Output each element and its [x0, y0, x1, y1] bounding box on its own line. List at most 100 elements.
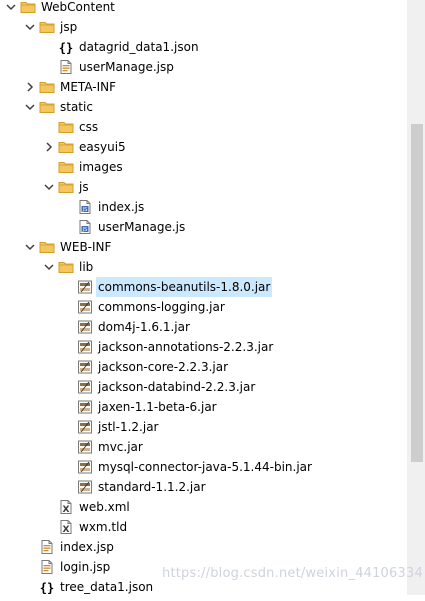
- json-file-icon: {}: [39, 579, 55, 595]
- svg-text:{}: {}: [59, 41, 73, 55]
- tree-item[interactable]: X web.xml: [0, 497, 400, 517]
- chevron-down-icon[interactable]: [4, 0, 18, 17]
- chevron-down-icon[interactable]: [42, 257, 56, 277]
- folder-icon: [58, 139, 74, 155]
- jar-file-icon: [77, 459, 93, 475]
- tree-item[interactable]: index.jsp: [0, 537, 400, 557]
- tree-item[interactable]: css: [0, 117, 400, 137]
- tree-item[interactable]: X wxm.tld: [0, 517, 400, 537]
- tree-item[interactable]: JS index.js: [0, 197, 400, 217]
- tree-item[interactable]: META-INF: [0, 77, 400, 97]
- svg-text:{}: {}: [40, 581, 54, 595]
- folder-icon: [58, 159, 74, 175]
- tree-item-label: jackson-databind-2.2.3.jar: [98, 380, 256, 394]
- tree-item-label: WEB-INF: [60, 240, 112, 254]
- jar-file-icon: [77, 279, 93, 295]
- tree-item[interactable]: jackson-databind-2.2.3.jar: [0, 377, 400, 397]
- folder-icon: [39, 99, 55, 115]
- jar-file-icon: [77, 339, 93, 355]
- tree-item[interactable]: {} datagrid_data1.json: [0, 37, 400, 57]
- tree-item-label: dom4j-1.6.1.jar: [98, 320, 190, 334]
- tree-item[interactable]: js: [0, 177, 400, 197]
- tree-item-label: wxm.tld: [79, 520, 128, 534]
- tree-item-label: web.xml: [79, 500, 130, 514]
- tree-item-label: jstl-1.2.jar: [98, 420, 159, 434]
- tree-item[interactable]: jackson-core-2.2.3.jar: [0, 357, 400, 377]
- chevron-down-icon[interactable]: [23, 17, 37, 37]
- tree-item-label: standard-1.1.2.jar: [98, 480, 206, 494]
- tree-item-label: lib: [79, 260, 94, 274]
- tree-item[interactable]: lib: [0, 257, 400, 277]
- tree-item-label: images: [79, 160, 123, 174]
- folder-icon: [39, 19, 55, 35]
- chevron-down-icon[interactable]: [42, 177, 56, 197]
- tree-item[interactable]: jstl-1.2.jar: [0, 417, 400, 437]
- tree-item-label: css: [79, 120, 99, 134]
- jar-file-icon: [77, 299, 93, 315]
- tree-item[interactable]: easyui5: [0, 137, 400, 157]
- vertical-scrollbar[interactable]: [407, 0, 425, 595]
- tree-item[interactable]: userManage.jsp: [0, 57, 400, 77]
- watermark-text: https://blog.csdn.net/weixin_44106334: [162, 566, 423, 581]
- jsp-file-icon: [39, 539, 55, 555]
- tree-item-label: WebContent: [41, 0, 115, 14]
- folder-icon: [58, 179, 74, 195]
- chevron-down-icon[interactable]: [23, 97, 37, 117]
- project-explorer-tree: WebContent jsp {} datagrid_data1.json us…: [0, 0, 400, 597]
- tree-item-label: datagrid_data1.json: [79, 40, 199, 54]
- tree-item-label: mvc.jar: [98, 440, 143, 454]
- tree-item-label: index.js: [98, 200, 145, 214]
- folder-icon: [58, 259, 74, 275]
- folder-icon: [58, 119, 74, 135]
- tree-item[interactable]: mvc.jar: [0, 437, 400, 457]
- jar-file-icon: [77, 319, 93, 335]
- tree-item[interactable]: JS userManage.js: [0, 217, 400, 237]
- tree-item-label: commons-logging.jar: [98, 300, 225, 314]
- tree-item[interactable]: commons-beanutils-1.8.0.jar: [0, 277, 400, 297]
- tree-item-label: commons-beanutils-1.8.0.jar: [96, 277, 273, 297]
- tree-item[interactable]: images: [0, 157, 400, 177]
- tree-item[interactable]: WebContent: [0, 0, 400, 17]
- jsp-file-icon: [39, 559, 55, 575]
- tree-item[interactable]: jsp: [0, 17, 400, 37]
- tree-item-label: jackson-core-2.2.3.jar: [98, 360, 229, 374]
- tree-item[interactable]: commons-logging.jar: [0, 297, 400, 317]
- jar-file-icon: [77, 359, 93, 375]
- tree-item-label: jackson-annotations-2.2.3.jar: [98, 340, 274, 354]
- folder-icon: [39, 239, 55, 255]
- svg-text:JS: JS: [82, 207, 88, 213]
- tree-item[interactable]: jaxen-1.1-beta-6.jar: [0, 397, 400, 417]
- tree-item[interactable]: standard-1.1.2.jar: [0, 477, 400, 497]
- tree-item-label: login.jsp: [60, 560, 111, 574]
- jar-file-icon: [77, 399, 93, 415]
- chevron-right-icon[interactable]: [23, 77, 37, 97]
- jsp-file-icon: [58, 59, 74, 75]
- tree-item-label: static: [60, 100, 93, 114]
- jar-file-icon: [77, 419, 93, 435]
- xml-file-icon: X: [58, 499, 74, 515]
- tree-item-label: tree_data1.json: [60, 580, 154, 594]
- js-file-icon: JS: [77, 219, 93, 235]
- tree-item[interactable]: mysql-connector-java-5.1.44-bin.jar: [0, 457, 400, 477]
- folder-icon: [39, 79, 55, 95]
- svg-text:X: X: [63, 525, 70, 535]
- xml-file-icon: X: [58, 519, 74, 535]
- chevron-right-icon[interactable]: [42, 137, 56, 157]
- tree-item-label: userManage.jsp: [79, 60, 174, 74]
- tree-item-label: jsp: [60, 20, 78, 34]
- tree-item-label: mysql-connector-java-5.1.44-bin.jar: [98, 460, 312, 474]
- tree-item[interactable]: static: [0, 97, 400, 117]
- tree-item-label: userManage.js: [98, 220, 186, 234]
- chevron-down-icon[interactable]: [23, 237, 37, 257]
- tree-item-label: index.jsp: [60, 540, 114, 554]
- tree-item[interactable]: jackson-annotations-2.2.3.jar: [0, 337, 400, 357]
- folder-icon: [20, 0, 36, 15]
- tree-item-label: jaxen-1.1-beta-6.jar: [98, 400, 217, 414]
- jar-file-icon: [77, 439, 93, 455]
- tree-item[interactable]: dom4j-1.6.1.jar: [0, 317, 400, 337]
- tree-item-label: easyui5: [79, 140, 126, 154]
- json-file-icon: {}: [58, 39, 74, 55]
- scrollbar-thumb[interactable]: [411, 124, 423, 462]
- tree-item[interactable]: WEB-INF: [0, 237, 400, 257]
- tree-item-label: js: [79, 180, 89, 194]
